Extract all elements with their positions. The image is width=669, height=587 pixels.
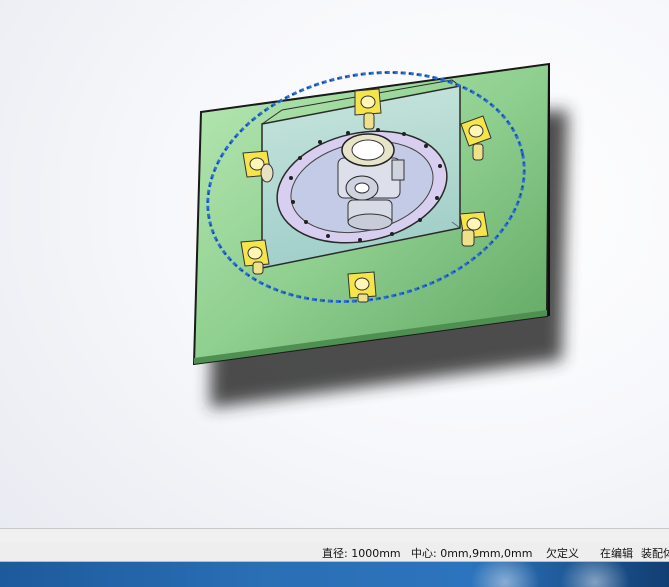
windows-taskbar — [0, 562, 669, 587]
edit-mode-status: 在编辑 — [600, 547, 633, 560]
sketch-definition-status: 欠定义 — [546, 547, 579, 560]
status-bar: 直径: 1000mm 中心: 0mm,9mm,0mm 欠定义 在编辑 装配体 — [0, 543, 669, 562]
cad-model-icon[interactable] — [0, 0, 669, 528]
assembly-edit-label: 装配体 — [641, 547, 669, 560]
horizontal-scrollbar[interactable] — [0, 528, 669, 544]
circle-diameter-readout: 直径: 1000mm — [322, 547, 401, 560]
circle-center-readout: 中心: 0mm,9mm,0mm — [411, 547, 533, 560]
graphics-viewport[interactable] — [0, 0, 669, 528]
